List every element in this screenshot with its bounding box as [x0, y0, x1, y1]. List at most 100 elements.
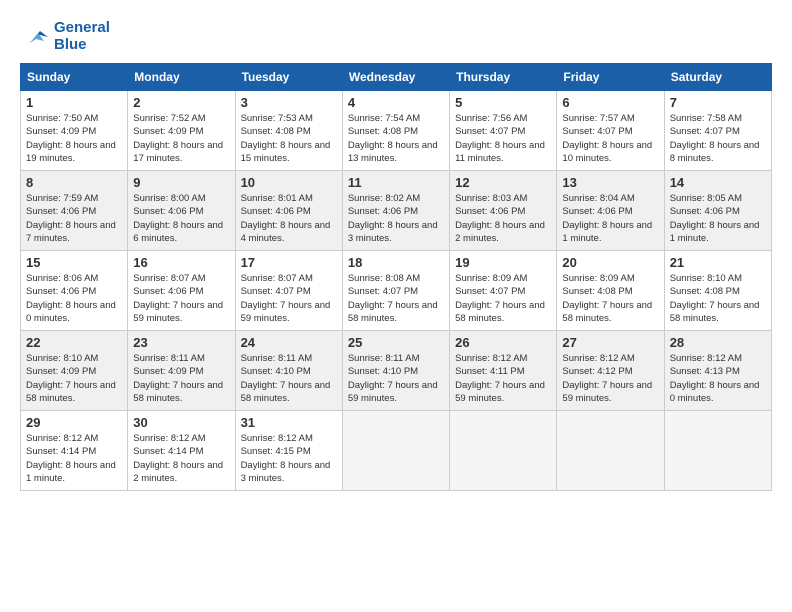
day-number: 24 — [241, 335, 337, 350]
calendar-week-row: 29 Sunrise: 8:12 AM Sunset: 4:14 PM Dayl… — [21, 411, 772, 491]
calendar-week-row: 22 Sunrise: 8:10 AM Sunset: 4:09 PM Dayl… — [21, 331, 772, 411]
table-row — [557, 411, 664, 491]
table-row: 15 Sunrise: 8:06 AM Sunset: 4:06 PM Dayl… — [21, 251, 128, 331]
day-number: 5 — [455, 95, 551, 110]
day-info: Sunrise: 7:57 AM Sunset: 4:07 PM Dayligh… — [562, 112, 658, 165]
table-row: 26 Sunrise: 8:12 AM Sunset: 4:11 PM Dayl… — [450, 331, 557, 411]
day-number: 12 — [455, 175, 551, 190]
table-row — [664, 411, 771, 491]
table-row: 19 Sunrise: 8:09 AM Sunset: 4:07 PM Dayl… — [450, 251, 557, 331]
day-info: Sunrise: 8:11 AM Sunset: 4:10 PM Dayligh… — [348, 352, 444, 405]
day-number: 10 — [241, 175, 337, 190]
day-info: Sunrise: 8:12 AM Sunset: 4:15 PM Dayligh… — [241, 432, 337, 485]
day-info: Sunrise: 8:12 AM Sunset: 4:14 PM Dayligh… — [133, 432, 229, 485]
day-info: Sunrise: 8:07 AM Sunset: 4:06 PM Dayligh… — [133, 272, 229, 325]
day-info: Sunrise: 8:08 AM Sunset: 4:07 PM Dayligh… — [348, 272, 444, 325]
calendar-header-row: Sunday Monday Tuesday Wednesday Thursday… — [21, 64, 772, 91]
day-number: 20 — [562, 255, 658, 270]
calendar-table: Sunday Monday Tuesday Wednesday Thursday… — [20, 63, 772, 491]
day-number: 14 — [670, 175, 766, 190]
logo-text: General Blue — [54, 20, 110, 53]
day-number: 22 — [26, 335, 122, 350]
calendar-week-row: 8 Sunrise: 7:59 AM Sunset: 4:06 PM Dayli… — [21, 171, 772, 251]
day-number: 16 — [133, 255, 229, 270]
day-info: Sunrise: 8:11 AM Sunset: 4:10 PM Dayligh… — [241, 352, 337, 405]
day-number: 3 — [241, 95, 337, 110]
day-number: 15 — [26, 255, 122, 270]
day-number: 6 — [562, 95, 658, 110]
table-row — [342, 411, 449, 491]
day-info: Sunrise: 8:12 AM Sunset: 4:13 PM Dayligh… — [670, 352, 766, 405]
table-row: 30 Sunrise: 8:12 AM Sunset: 4:14 PM Dayl… — [128, 411, 235, 491]
day-info: Sunrise: 7:58 AM Sunset: 4:07 PM Dayligh… — [670, 112, 766, 165]
day-info: Sunrise: 8:10 AM Sunset: 4:08 PM Dayligh… — [670, 272, 766, 325]
table-row: 23 Sunrise: 8:11 AM Sunset: 4:09 PM Dayl… — [128, 331, 235, 411]
table-row: 29 Sunrise: 8:12 AM Sunset: 4:14 PM Dayl… — [21, 411, 128, 491]
day-number: 11 — [348, 175, 444, 190]
col-saturday: Saturday — [664, 64, 771, 91]
day-info: Sunrise: 8:12 AM Sunset: 4:14 PM Dayligh… — [26, 432, 122, 485]
table-row: 3 Sunrise: 7:53 AM Sunset: 4:08 PM Dayli… — [235, 91, 342, 171]
table-row: 10 Sunrise: 8:01 AM Sunset: 4:06 PM Dayl… — [235, 171, 342, 251]
calendar-week-row: 1 Sunrise: 7:50 AM Sunset: 4:09 PM Dayli… — [21, 91, 772, 171]
day-info: Sunrise: 8:07 AM Sunset: 4:07 PM Dayligh… — [241, 272, 337, 325]
day-number: 1 — [26, 95, 122, 110]
table-row: 5 Sunrise: 7:56 AM Sunset: 4:07 PM Dayli… — [450, 91, 557, 171]
day-number: 26 — [455, 335, 551, 350]
day-info: Sunrise: 8:06 AM Sunset: 4:06 PM Dayligh… — [26, 272, 122, 325]
table-row: 14 Sunrise: 8:05 AM Sunset: 4:06 PM Dayl… — [664, 171, 771, 251]
day-info: Sunrise: 8:02 AM Sunset: 4:06 PM Dayligh… — [348, 192, 444, 245]
col-thursday: Thursday — [450, 64, 557, 91]
table-row: 21 Sunrise: 8:10 AM Sunset: 4:08 PM Dayl… — [664, 251, 771, 331]
table-row: 9 Sunrise: 8:00 AM Sunset: 4:06 PM Dayli… — [128, 171, 235, 251]
day-info: Sunrise: 7:52 AM Sunset: 4:09 PM Dayligh… — [133, 112, 229, 165]
table-row: 6 Sunrise: 7:57 AM Sunset: 4:07 PM Dayli… — [557, 91, 664, 171]
day-info: Sunrise: 7:50 AM Sunset: 4:09 PM Dayligh… — [26, 112, 122, 165]
day-info: Sunrise: 7:59 AM Sunset: 4:06 PM Dayligh… — [26, 192, 122, 245]
day-info: Sunrise: 8:03 AM Sunset: 4:06 PM Dayligh… — [455, 192, 551, 245]
day-info: Sunrise: 8:01 AM Sunset: 4:06 PM Dayligh… — [241, 192, 337, 245]
col-friday: Friday — [557, 64, 664, 91]
day-info: Sunrise: 7:56 AM Sunset: 4:07 PM Dayligh… — [455, 112, 551, 165]
page-header: General Blue — [20, 20, 772, 53]
day-number: 23 — [133, 335, 229, 350]
day-number: 25 — [348, 335, 444, 350]
table-row: 18 Sunrise: 8:08 AM Sunset: 4:07 PM Dayl… — [342, 251, 449, 331]
table-row: 2 Sunrise: 7:52 AM Sunset: 4:09 PM Dayli… — [128, 91, 235, 171]
day-info: Sunrise: 7:54 AM Sunset: 4:08 PM Dayligh… — [348, 112, 444, 165]
day-info: Sunrise: 8:00 AM Sunset: 4:06 PM Dayligh… — [133, 192, 229, 245]
table-row: 25 Sunrise: 8:11 AM Sunset: 4:10 PM Dayl… — [342, 331, 449, 411]
day-number: 13 — [562, 175, 658, 190]
logo-icon — [20, 23, 50, 51]
day-number: 19 — [455, 255, 551, 270]
table-row: 20 Sunrise: 8:09 AM Sunset: 4:08 PM Dayl… — [557, 251, 664, 331]
day-number: 31 — [241, 415, 337, 430]
day-number: 2 — [133, 95, 229, 110]
day-number: 30 — [133, 415, 229, 430]
day-number: 4 — [348, 95, 444, 110]
day-info: Sunrise: 8:12 AM Sunset: 4:12 PM Dayligh… — [562, 352, 658, 405]
table-row: 16 Sunrise: 8:07 AM Sunset: 4:06 PM Dayl… — [128, 251, 235, 331]
logo: General Blue — [20, 20, 110, 53]
day-number: 29 — [26, 415, 122, 430]
day-number: 7 — [670, 95, 766, 110]
day-number: 27 — [562, 335, 658, 350]
day-number: 21 — [670, 255, 766, 270]
table-row: 4 Sunrise: 7:54 AM Sunset: 4:08 PM Dayli… — [342, 91, 449, 171]
col-wednesday: Wednesday — [342, 64, 449, 91]
table-row: 28 Sunrise: 8:12 AM Sunset: 4:13 PM Dayl… — [664, 331, 771, 411]
table-row: 31 Sunrise: 8:12 AM Sunset: 4:15 PM Dayl… — [235, 411, 342, 491]
col-tuesday: Tuesday — [235, 64, 342, 91]
day-number: 28 — [670, 335, 766, 350]
day-info: Sunrise: 8:12 AM Sunset: 4:11 PM Dayligh… — [455, 352, 551, 405]
table-row: 7 Sunrise: 7:58 AM Sunset: 4:07 PM Dayli… — [664, 91, 771, 171]
day-number: 18 — [348, 255, 444, 270]
table-row: 8 Sunrise: 7:59 AM Sunset: 4:06 PM Dayli… — [21, 171, 128, 251]
table-row: 22 Sunrise: 8:10 AM Sunset: 4:09 PM Dayl… — [21, 331, 128, 411]
day-info: Sunrise: 8:10 AM Sunset: 4:09 PM Dayligh… — [26, 352, 122, 405]
day-info: Sunrise: 8:05 AM Sunset: 4:06 PM Dayligh… — [670, 192, 766, 245]
day-info: Sunrise: 8:09 AM Sunset: 4:07 PM Dayligh… — [455, 272, 551, 325]
day-info: Sunrise: 7:53 AM Sunset: 4:08 PM Dayligh… — [241, 112, 337, 165]
table-row: 12 Sunrise: 8:03 AM Sunset: 4:06 PM Dayl… — [450, 171, 557, 251]
day-number: 8 — [26, 175, 122, 190]
